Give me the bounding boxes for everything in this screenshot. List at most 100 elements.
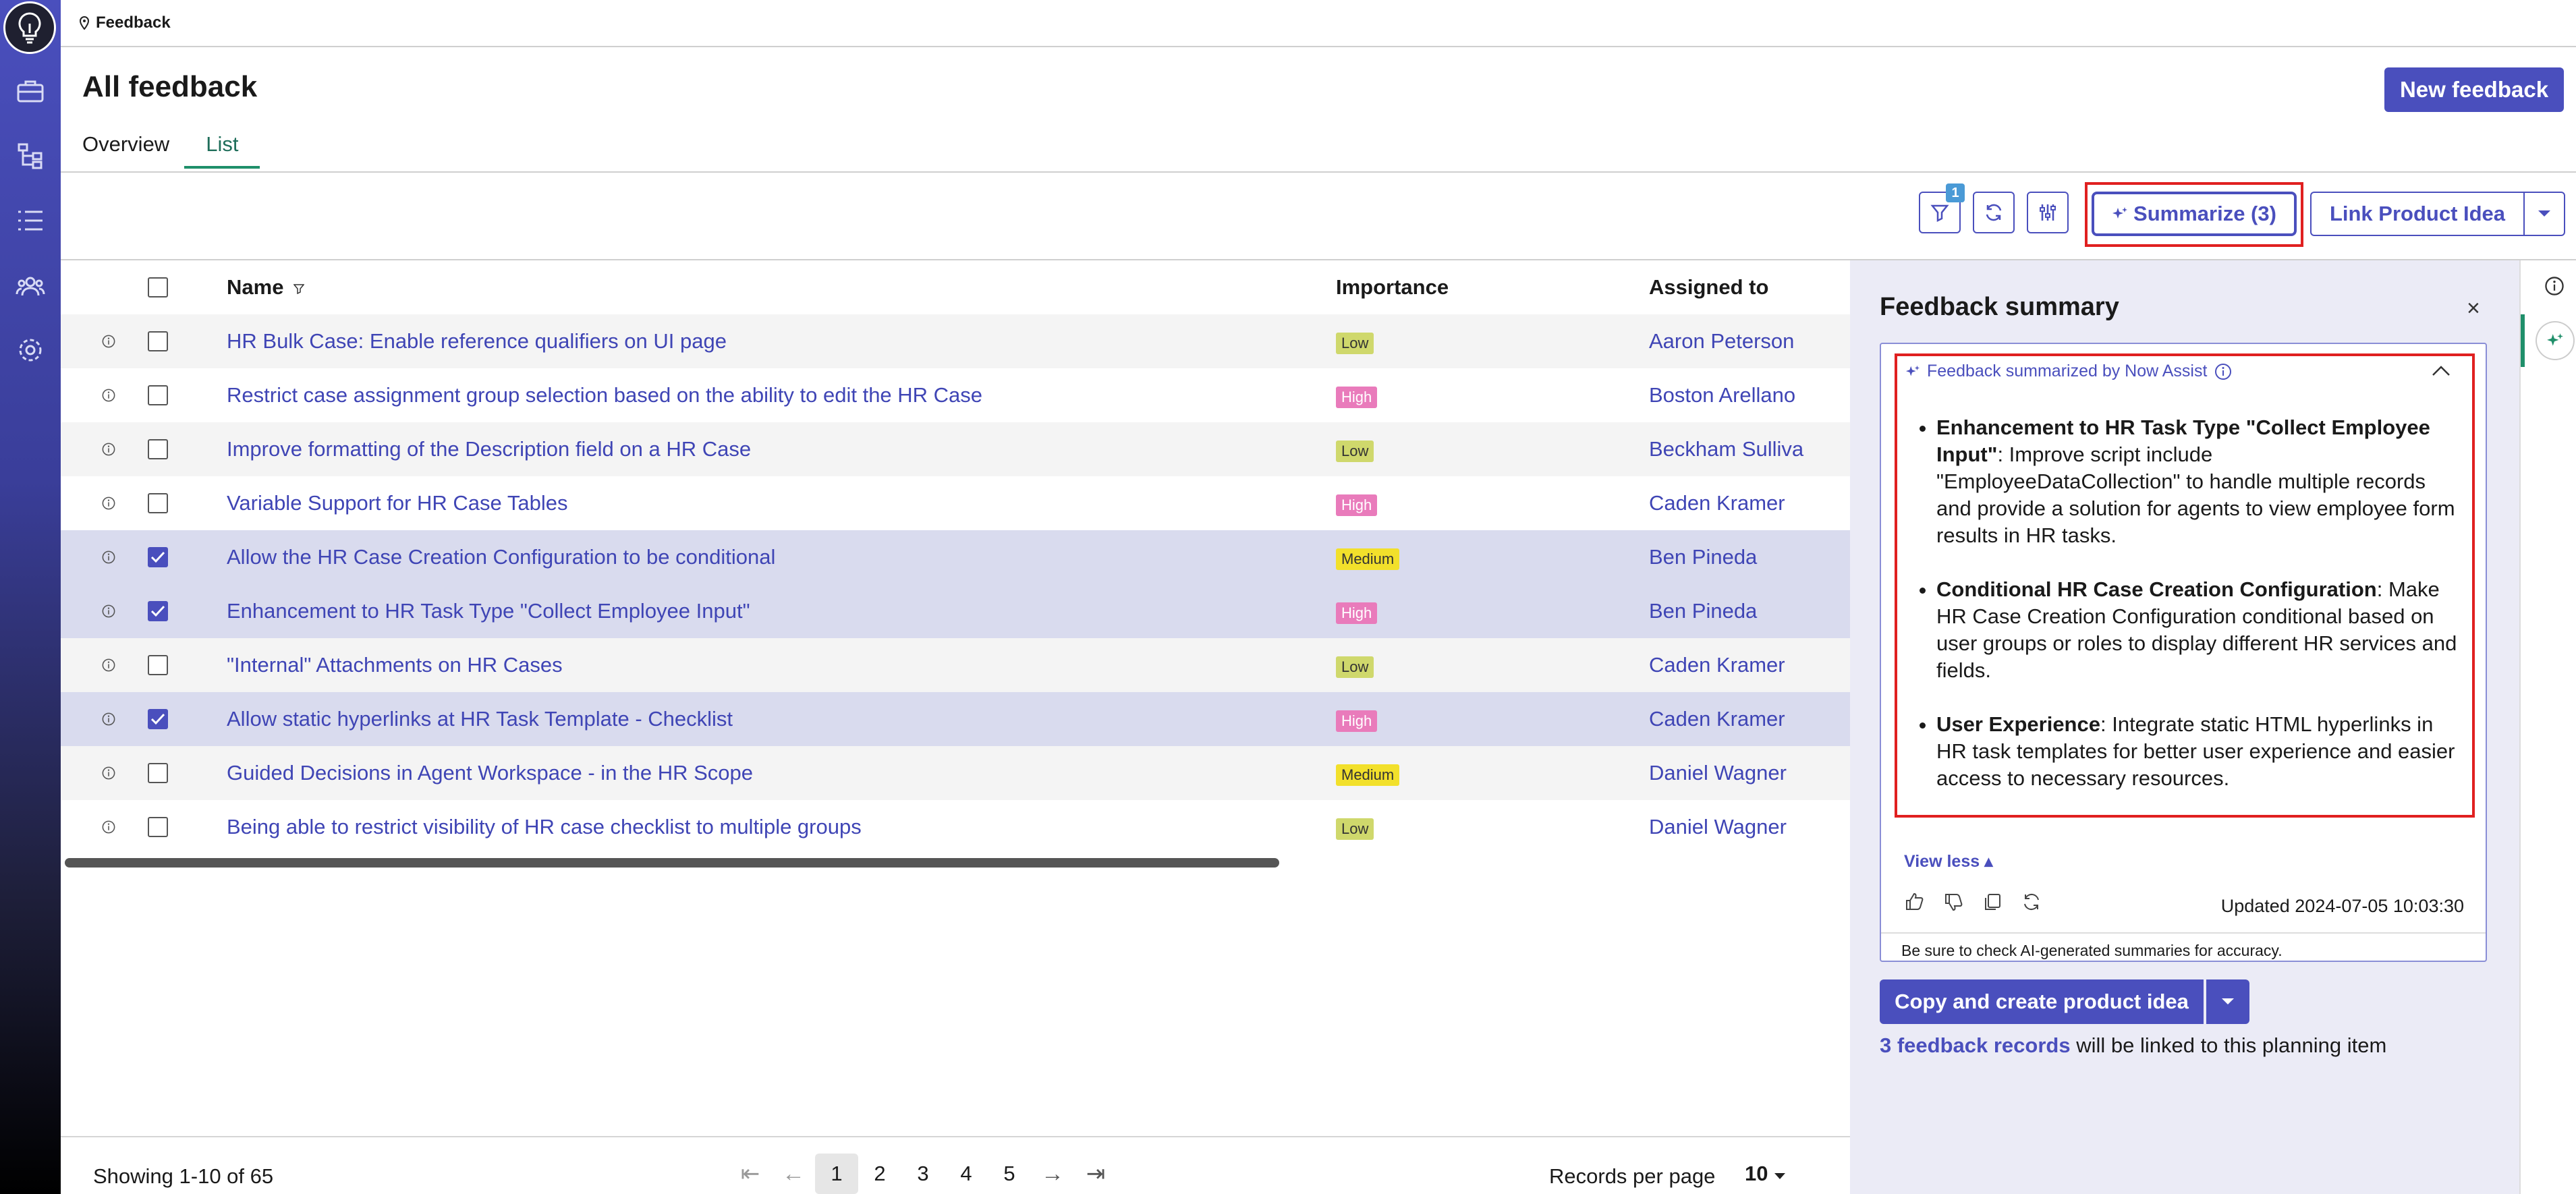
next-page-icon[interactable]: → (1031, 1154, 1074, 1194)
tab-list[interactable]: List (184, 132, 260, 169)
info-icon[interactable] (101, 820, 116, 834)
info-icon[interactable] (101, 550, 116, 565)
horizontal-scrollbar[interactable] (65, 858, 1279, 868)
thumbs-down-icon[interactable] (1943, 892, 1963, 912)
table-row[interactable]: Variable Support for HR Case Tables High C… (61, 476, 1850, 530)
page-3[interactable]: 3 (901, 1154, 945, 1194)
info-icon[interactable] (101, 604, 116, 619)
info-icon[interactable] (101, 766, 116, 780)
page-4[interactable]: 4 (945, 1154, 988, 1194)
linked-records-count[interactable]: 3 feedback records (1880, 1033, 2071, 1057)
sliders-icon (2040, 204, 2056, 221)
row-checkbox[interactable] (148, 385, 168, 405)
page-1[interactable]: 1 (815, 1154, 858, 1194)
now-assist-sparkle-icon[interactable] (2537, 322, 2573, 359)
close-icon[interactable]: × (2467, 295, 2480, 322)
column-name[interactable]: Name (188, 275, 1336, 300)
info-icon[interactable] (101, 712, 116, 727)
assigned-to-link[interactable]: Aaron Peterson (1649, 329, 1794, 353)
row-checkbox[interactable] (148, 601, 168, 621)
assigned-to-link[interactable]: Caden Kramer (1649, 491, 1785, 515)
feedback-name-link[interactable]: Being able to restrict visibility of HR … (227, 815, 862, 838)
briefcase-icon[interactable] (13, 74, 47, 108)
last-page-icon[interactable]: ⇥ (1074, 1154, 1117, 1194)
select-all-checkbox[interactable] (148, 277, 168, 297)
view-less-link[interactable]: View less ▴ (1904, 851, 1993, 872)
list-icon[interactable] (13, 204, 47, 237)
feedback-name-link[interactable]: Allow the HR Case Creation Configuration… (227, 545, 775, 569)
table-row[interactable]: "Internal" Attachments on HR Cases Low Cad… (61, 638, 1850, 692)
link-product-idea-dropdown[interactable] (2523, 192, 2565, 236)
table-row[interactable]: Enhancement to HR Task Type "Collect Emp… (61, 584, 1850, 638)
assigned-to-link[interactable]: Beckham Sulliva (1649, 437, 1803, 461)
tab-overview[interactable]: Overview (82, 132, 169, 169)
assigned-to-link[interactable]: Boston Arellano (1649, 383, 1795, 407)
table-row[interactable]: HR Bulk Case: Enable reference qualifier… (61, 314, 1850, 368)
regenerate-icon[interactable] (2021, 892, 2042, 912)
info-icon[interactable] (101, 658, 116, 673)
feedback-name-link[interactable]: "Internal" Attachments on HR Cases (227, 653, 563, 677)
first-page-icon[interactable]: ⇤ (729, 1154, 772, 1194)
feedback-name-link[interactable]: Variable Support for HR Case Tables (227, 491, 567, 515)
chevron-up-icon[interactable] (2432, 364, 2451, 376)
lightbulb-logo-icon[interactable] (3, 1, 56, 54)
prev-page-icon[interactable]: ← (772, 1154, 815, 1194)
feedback-name-link[interactable]: Guided Decisions in Agent Workspace - in… (227, 761, 753, 785)
assigned-to-link[interactable]: Caden Kramer (1649, 653, 1785, 677)
info-icon[interactable] (101, 442, 116, 457)
info-icon[interactable] (101, 388, 116, 403)
filter-button[interactable]: 1 (1919, 183, 1965, 233)
row-checkbox[interactable] (148, 493, 168, 513)
feedback-name-link[interactable]: Enhancement to HR Task Type "Collect Emp… (227, 599, 750, 623)
refresh-button[interactable] (1973, 192, 2015, 233)
row-checkbox[interactable] (148, 439, 168, 459)
link-product-idea-button[interactable]: Link Product Idea (2310, 192, 2523, 236)
assigned-to-link[interactable]: Caden Kramer (1649, 707, 1785, 731)
new-feedback-button[interactable]: New feedback (2384, 67, 2564, 112)
info-icon[interactable] (2214, 362, 2233, 381)
now-assist-label: Feedback summarized by Now Assist (1927, 362, 2208, 380)
feedback-name-link[interactable]: Restrict case assignment group selection… (227, 383, 982, 407)
feedback-name-link[interactable]: Improve formatting of the Description fi… (227, 437, 751, 461)
table-row[interactable]: Allow static hyperlinks at HR Task Templ… (61, 692, 1850, 746)
info-icon[interactable] (101, 496, 116, 511)
records-per-page-label: Records per page (1549, 1164, 1716, 1188)
assigned-to-link[interactable]: Daniel Wagner (1649, 815, 1787, 838)
page-title: All feedback (82, 70, 258, 103)
assigned-to-link[interactable]: Daniel Wagner (1649, 761, 1787, 785)
assigned-to-link[interactable]: Ben Pineda (1649, 545, 1757, 569)
table-row[interactable]: Being able to restrict visibility of HR … (61, 800, 1850, 854)
settings-sliders-button[interactable] (2027, 192, 2069, 233)
page-5[interactable]: 5 (988, 1154, 1031, 1194)
summary-card: Feedback summarized by Now Assist Enhanc… (1880, 343, 2487, 962)
assigned-to-link[interactable]: Ben Pineda (1649, 599, 1757, 623)
table-row[interactable]: Restrict case assignment group selection… (61, 368, 1850, 422)
page-2[interactable]: 2 (858, 1154, 901, 1194)
table-row[interactable]: Improve formatting of the Description fi… (61, 422, 1850, 476)
thumbs-up-icon[interactable] (1904, 892, 1924, 912)
row-checkbox[interactable] (148, 331, 168, 351)
copy-create-product-idea-button[interactable]: Copy and create product idea (1880, 979, 2204, 1024)
row-checkbox[interactable] (148, 709, 168, 729)
table-row[interactable]: Allow the HR Case Creation Configuration… (61, 530, 1850, 584)
records-per-page-select[interactable]: 10 (1745, 1162, 1786, 1186)
column-importance[interactable]: Importance (1336, 275, 1649, 300)
feedback-name-link[interactable]: Allow static hyperlinks at HR Task Templ… (227, 707, 733, 731)
row-checkbox[interactable] (148, 547, 168, 567)
row-checkbox[interactable] (148, 763, 168, 783)
summarize-button[interactable]: Summarize (3) (2092, 192, 2297, 236)
column-assigned-to[interactable]: Assigned to (1649, 275, 1850, 300)
table-row[interactable]: Guided Decisions in Agent Workspace - in… (61, 746, 1850, 800)
info-icon[interactable] (2544, 275, 2565, 297)
users-icon[interactable] (13, 268, 47, 302)
feedback-name-link[interactable]: HR Bulk Case: Enable reference qualifier… (227, 329, 727, 353)
breadcrumb-label[interactable]: Feedback (96, 13, 171, 32)
copy-create-dropdown[interactable] (2206, 979, 2249, 1024)
row-checkbox[interactable] (148, 655, 168, 675)
info-icon[interactable] (101, 334, 116, 349)
copy-icon[interactable] (1982, 892, 2003, 912)
hierarchy-icon[interactable] (13, 139, 47, 173)
gear-icon[interactable] (13, 333, 47, 367)
row-checkbox[interactable] (148, 817, 168, 837)
check-icon (150, 605, 165, 617)
